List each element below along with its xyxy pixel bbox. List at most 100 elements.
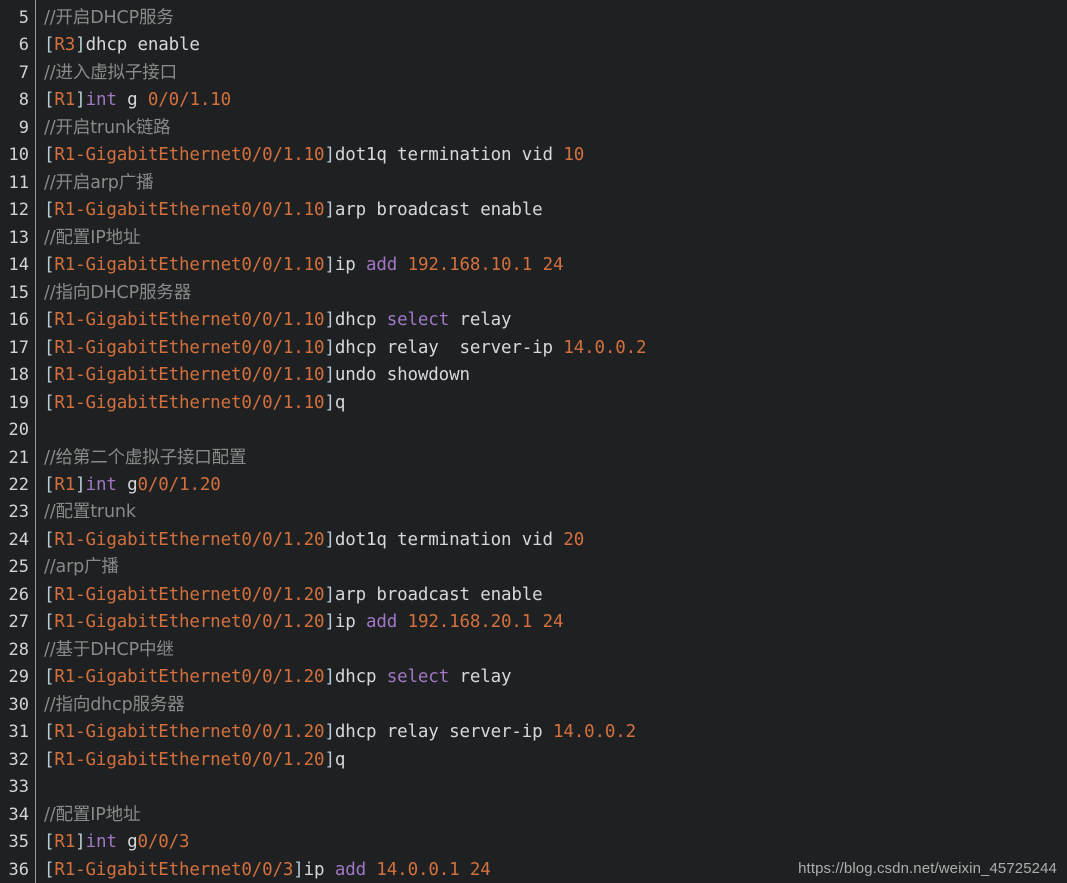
token-kw: int bbox=[85, 832, 117, 853]
code-editor[interactable]: 5//开启DHCP服务 6 [R3]dhcp enable 7//进入虚拟子接口 8 [R… bbox=[0, 0, 1067, 883]
token-punct: [ bbox=[44, 832, 55, 853]
token-punct: [ bbox=[44, 859, 55, 880]
token-kw: select bbox=[386, 667, 450, 688]
token-punct: ] bbox=[324, 612, 335, 633]
line-number: 31 bbox=[8, 722, 29, 743]
token-punct: [ bbox=[44, 667, 55, 688]
line-number: 16 bbox=[8, 310, 29, 331]
code-text[interactable]: [R1-GigabitEthernet0/0/1.20]ip add 192.1… bbox=[44, 609, 564, 636]
token-kw: add bbox=[334, 859, 367, 880]
code-line[interactable]: 31 [R1-GigabitEthernet0/0/1.20]dhcp relay… bbox=[0, 719, 1067, 746]
token-plain: g bbox=[116, 90, 148, 111]
code-text[interactable]: [R1-GigabitEthernet0/0/1.20]dhcp select … bbox=[44, 664, 512, 691]
token-num: 20 bbox=[563, 529, 585, 550]
token-punct: ] bbox=[324, 392, 335, 413]
code-text[interactable]: //配置IP地址 bbox=[44, 225, 140, 252]
code-text[interactable]: [R1-GigabitEthernet0/0/1.20]arp broadcas… bbox=[44, 582, 543, 609]
code-line[interactable]: 32 [R1-GigabitEthernet0/0/1.20]q bbox=[0, 747, 1067, 774]
code-text[interactable]: //配置trunk bbox=[44, 499, 136, 526]
code-line[interactable]: 35 [R1]int g0/0/3 bbox=[0, 829, 1067, 856]
token-plain: dhcp bbox=[334, 667, 387, 688]
code-line[interactable]: 21 //给第二个虚拟子接口配置 bbox=[0, 445, 1067, 472]
token-prompt: R1-GigabitEthernet0/0/1.10 bbox=[54, 392, 325, 413]
line-number: 13 bbox=[8, 227, 29, 248]
code-line[interactable]: 34 //配置IP地址 bbox=[0, 802, 1067, 829]
code-text[interactable]: [R1]int g0/0/1.20 bbox=[44, 472, 221, 499]
token-punct: [ bbox=[44, 255, 55, 276]
code-line[interactable]: 22 [R1]int g0/0/1.20 bbox=[0, 472, 1067, 499]
code-line[interactable]: 29 [R1-GigabitEthernet0/0/1.20]dhcp selec… bbox=[0, 664, 1067, 691]
code-text[interactable]: //配置IP地址 bbox=[44, 802, 140, 829]
code-text[interactable]: //指向DHCP服务器 bbox=[44, 280, 191, 307]
code-line[interactable]: 18 [R1-GigabitEthernet0/0/1.10]undo showd… bbox=[0, 362, 1067, 389]
code-line[interactable]: 26 [R1-GigabitEthernet0/0/1.20]arp broadc… bbox=[0, 582, 1067, 609]
code-text[interactable]: //开启DHCP服务 bbox=[44, 5, 174, 32]
code-line[interactable]: 23 //配置trunk bbox=[0, 499, 1067, 526]
token-punct: ] bbox=[75, 35, 86, 56]
code-text[interactable]: [R1-GigabitEthernet0/0/1.10]undo showdow… bbox=[44, 362, 470, 389]
code-lines-container[interactable]: 5//开启DHCP服务 6 [R3]dhcp enable 7//进入虚拟子接口 8 [R… bbox=[0, 5, 1067, 883]
token-plain: ip bbox=[303, 859, 335, 880]
code-text[interactable]: [R1-GigabitEthernet0/0/1.10]dhcp relay s… bbox=[44, 335, 647, 362]
code-line[interactable]: 8 [R1]int g 0/0/1.10 bbox=[0, 87, 1067, 114]
code-text[interactable]: [R1-GigabitEthernet0/0/3]ip add 14.0.0.1… bbox=[44, 857, 491, 883]
code-text[interactable]: [R1-GigabitEthernet0/0/1.20]dhcp relay s… bbox=[44, 719, 636, 746]
token-punct: [ bbox=[44, 337, 55, 358]
token-prompt: R1-GigabitEthernet0/0/1.20 bbox=[54, 667, 325, 688]
code-text[interactable]: //开启trunk链路 bbox=[44, 115, 171, 142]
code-line[interactable]: 9 //开启trunk链路 bbox=[0, 115, 1067, 142]
code-line[interactable]: 14 [R1-GigabitEthernet0/0/1.10]ip add 192… bbox=[0, 252, 1067, 279]
token-punct: [ bbox=[44, 90, 55, 111]
code-line[interactable]: 16 [R1-GigabitEthernet0/0/1.10]dhcp selec… bbox=[0, 307, 1067, 334]
token-punct: [ bbox=[44, 392, 55, 413]
line-number: 18 bbox=[8, 365, 29, 386]
code-text[interactable]: [R1-GigabitEthernet0/0/1.10]arp broadcas… bbox=[44, 197, 543, 224]
code-line[interactable]: 20 bbox=[0, 417, 1067, 444]
code-line[interactable]: 30 //指向dhcp服务器 bbox=[0, 692, 1067, 719]
code-text[interactable]: [R1-GigabitEthernet0/0/1.10]q bbox=[44, 390, 345, 417]
code-text[interactable]: [R1-GigabitEthernet0/0/1.10]ip add 192.1… bbox=[44, 252, 564, 279]
token-punct: ] bbox=[75, 832, 86, 853]
code-text[interactable]: //给第二个虚拟子接口配置 bbox=[44, 445, 246, 472]
code-line[interactable]: 5 //开启DHCP服务 bbox=[0, 5, 1067, 32]
token-prompt: R1-GigabitEthernet0/0/1.20 bbox=[54, 584, 325, 605]
code-line[interactable]: 28 //基于DHCP中继 bbox=[0, 637, 1067, 664]
code-line[interactable]: 19 [R1-GigabitEthernet0/0/1.10]q bbox=[0, 390, 1067, 417]
code-text[interactable]: [R1]int g0/0/3 bbox=[44, 829, 190, 856]
code-line[interactable]: 6 [R3]dhcp enable bbox=[0, 32, 1067, 59]
code-text[interactable]: [R1-GigabitEthernet0/0/1.20]q bbox=[44, 747, 345, 774]
token-comment: //指向DHCP服务器 bbox=[44, 282, 192, 303]
code-text[interactable]: //开启arp广播 bbox=[44, 170, 154, 197]
token-plain: arp broadcast enable bbox=[334, 584, 543, 605]
line-number: 15 bbox=[8, 282, 29, 303]
token-plain: relay bbox=[449, 310, 512, 331]
code-text[interactable]: //指向dhcp服务器 bbox=[44, 692, 185, 719]
code-text[interactable]: [R1]int g 0/0/1.10 bbox=[44, 87, 231, 114]
token-prompt: R1 bbox=[54, 474, 76, 495]
token-punct: ] bbox=[324, 365, 335, 386]
token-prompt: R1-GigabitEthernet0/0/1.20 bbox=[54, 612, 325, 633]
code-line[interactable]: 12 [R1-GigabitEthernet0/0/1.10]arp broadc… bbox=[0, 197, 1067, 224]
code-line[interactable]: 7 //进入虚拟子接口 bbox=[0, 60, 1067, 87]
code-line[interactable]: 11 //开启arp广播 bbox=[0, 170, 1067, 197]
code-line[interactable]: 10 [R1-GigabitEthernet0/0/1.10]dot1q term… bbox=[0, 142, 1067, 169]
code-text[interactable]: //arp广播 bbox=[44, 554, 119, 581]
code-line[interactable]: 33 bbox=[0, 774, 1067, 801]
code-line[interactable]: 13 //配置IP地址 bbox=[0, 225, 1067, 252]
code-line[interactable]: 17 [R1-GigabitEthernet0/0/1.10]dhcp relay… bbox=[0, 335, 1067, 362]
code-text[interactable]: [R1-GigabitEthernet0/0/1.10]dhcp select … bbox=[44, 307, 512, 334]
code-text[interactable]: [R1-GigabitEthernet0/0/1.10]dot1q termin… bbox=[44, 142, 584, 169]
code-text[interactable]: //进入虚拟子接口 bbox=[44, 60, 177, 87]
code-line[interactable]: 27 [R1-GigabitEthernet0/0/1.20]ip add 192… bbox=[0, 609, 1067, 636]
code-text[interactable]: //基于DHCP中继 bbox=[44, 637, 174, 664]
token-num: 192.168.20.1 24 bbox=[407, 612, 564, 633]
code-text[interactable]: [R3]dhcp enable bbox=[44, 32, 200, 59]
code-line[interactable]: 15 //指向DHCP服务器 bbox=[0, 280, 1067, 307]
code-line[interactable]: 24 [R1-GigabitEthernet0/0/1.20]dot1q term… bbox=[0, 527, 1067, 554]
token-comment: //arp广播 bbox=[44, 557, 119, 578]
code-line[interactable]: 25 //arp广播 bbox=[0, 554, 1067, 581]
code-text[interactable]: [R1-GigabitEthernet0/0/1.20]dot1q termin… bbox=[44, 527, 584, 554]
line-number: 27 bbox=[8, 612, 29, 633]
token-comment: //进入虚拟子接口 bbox=[44, 62, 177, 83]
